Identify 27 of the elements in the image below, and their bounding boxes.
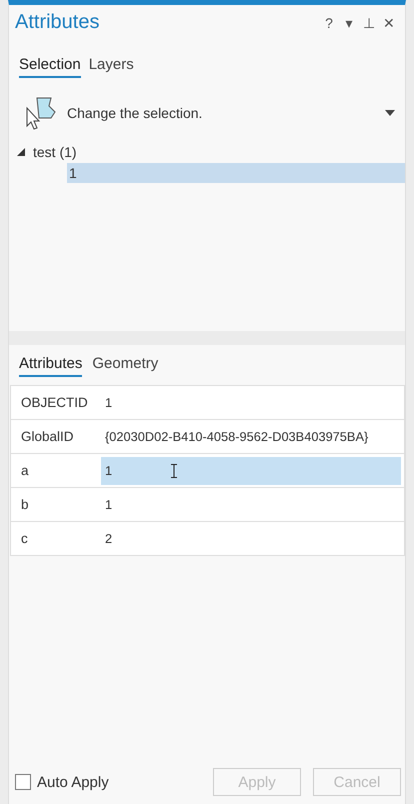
title-bar-button[interactable]: ? — [319, 14, 339, 30]
panel-title: Attributes — [15, 11, 100, 34]
checkbox[interactable] — [15, 774, 31, 790]
tab[interactable]: Layers — [88, 56, 134, 78]
field-name: OBJECTID — [20, 395, 89, 410]
checkbox-label[interactable]: Auto Apply — [37, 774, 201, 790]
tab[interactable]: Geometry — [92, 355, 158, 377]
field-value[interactable]: 1 — [101, 456, 401, 484]
text-cursor-icon — [171, 464, 177, 478]
dropdown-caret-icon[interactable] — [385, 110, 395, 116]
tab[interactable]: Attributes — [19, 355, 82, 377]
tree-item[interactable]: 1 — [67, 163, 405, 183]
field-name: b — [20, 497, 30, 512]
field-value[interactable]: 1 — [101, 388, 401, 416]
field-name: a — [20, 463, 30, 478]
title-bar-button[interactable]: ⊥ — [359, 14, 379, 30]
field-name: GlobalID — [20, 429, 75, 444]
field-value[interactable]: 1 — [101, 490, 401, 518]
title-bar-button[interactable]: ✕ — [379, 14, 399, 30]
tree-item[interactable]: test (1) — [33, 144, 77, 160]
field-value[interactable]: {02030D02-B410-4058-9562-D03B403975BA} — [101, 422, 401, 450]
field-value[interactable]: 2 — [101, 524, 401, 552]
field-name: c — [20, 531, 29, 546]
tool-label: Change the selection. — [67, 105, 204, 121]
tab[interactable]: Selection — [19, 56, 81, 78]
expanded-caret-icon[interactable] — [17, 148, 25, 156]
title-bar-button[interactable]: ▾ — [339, 14, 359, 30]
